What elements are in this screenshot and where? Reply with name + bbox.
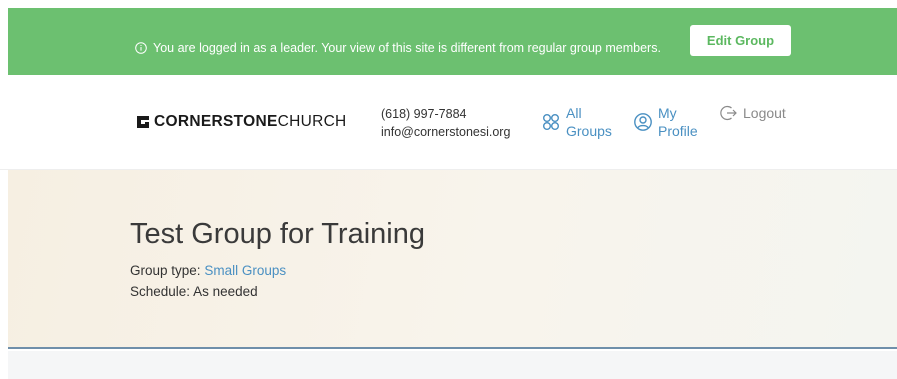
- page-content-area: [8, 351, 897, 379]
- groups-icon: [543, 114, 559, 130]
- site-header: CORNERSTONECHURCH (618) 997-7884 info@co…: [0, 75, 897, 170]
- page-title: Test Group for Training: [130, 218, 425, 250]
- nav-all-groups-label: All Groups: [566, 104, 612, 140]
- nav-all-groups-line1: All: [566, 105, 582, 121]
- nav-all-groups-line2: Groups: [566, 123, 612, 139]
- leader-banner: You are logged in as a leader. Your view…: [8, 8, 897, 75]
- nav-my-profile-line1: My: [658, 105, 677, 121]
- nav-all-groups[interactable]: All Groups: [541, 104, 612, 140]
- logo-mark-icon: [137, 116, 149, 128]
- nav-my-profile-label: My Profile: [658, 104, 698, 140]
- logo-bold-text: CORNERSTONE: [154, 113, 278, 130]
- logout-icon: [720, 105, 737, 121]
- group-type-label: Group type:: [130, 263, 201, 278]
- group-type-link[interactable]: Small Groups: [204, 263, 286, 278]
- church-logo[interactable]: CORNERSTONECHURCH: [135, 113, 347, 131]
- nav-logout[interactable]: Logout: [720, 104, 786, 122]
- schedule-value: As needed: [193, 284, 258, 299]
- nav-my-profile[interactable]: My Profile: [633, 104, 698, 140]
- contact-info: (618) 997-7884 info@cornerstonesi.org: [381, 105, 510, 141]
- profile-icon: [634, 113, 652, 131]
- leader-message-text: You are logged in as a leader. Your view…: [153, 41, 661, 55]
- schedule-row: Schedule: As needed: [130, 284, 258, 299]
- logo-text: CORNERSTONECHURCH: [154, 113, 347, 131]
- logo-light-text: CHURCH: [277, 113, 347, 130]
- edit-group-button[interactable]: Edit Group: [690, 25, 791, 56]
- info-icon: [135, 42, 147, 54]
- group-type-row: Group type: Small Groups: [130, 263, 286, 278]
- nav-my-profile-line2: Profile: [658, 123, 698, 139]
- group-hero: Test Group for Training Group type: Smal…: [8, 170, 897, 349]
- leader-message: You are logged in as a leader. Your view…: [135, 41, 661, 55]
- email-address: info@cornerstonesi.org: [381, 125, 511, 139]
- phone-number: (618) 997-7884: [381, 107, 467, 121]
- schedule-label: Schedule:: [130, 284, 191, 299]
- nav-logout-label: Logout: [743, 105, 786, 121]
